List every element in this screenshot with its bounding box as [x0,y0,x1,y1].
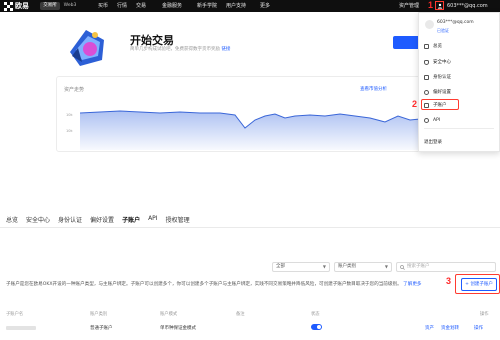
user-icon[interactable] [435,1,444,10]
menu-item-security[interactable]: 安全中心 [424,57,451,67]
col-header-note: 备注 [236,312,245,317]
menu-item-api-label: API [433,117,441,123]
chevron-down-icon: ▼ [322,264,326,269]
logo[interactable]: 欧易 [4,1,29,11]
nav-more[interactable]: 更多 [260,0,270,12]
dropdown-verify-status[interactable]: 已验证 [437,28,449,34]
col-header-mode: 账户模式 [160,312,178,317]
nav-markets[interactable]: 行情 [117,0,127,12]
account-type-value: 账户类别 [338,264,356,269]
avatar [425,20,434,29]
dropdown-divider [424,128,494,129]
search-placeholder: 搜索子账户 [407,264,430,269]
banner-illustration [62,22,110,70]
overview-icon [424,43,429,49]
logo-text: 欧易 [15,2,29,10]
asset-management-link[interactable]: 资产管理 [399,0,419,12]
row-mode: 单币种保证金模式 [160,326,196,331]
row-account-type: 普通子账户 [90,326,113,331]
menu-item-api[interactable]: API [424,115,440,125]
nav-learn[interactable]: 新手学院 [197,0,217,12]
subaccount-name-redacted [6,326,36,330]
user-email[interactable]: 603***@qq.com [447,0,488,12]
status-toggle[interactable] [311,324,322,330]
logo-icon [4,1,13,11]
asset-trend-title: 资产走势 [64,87,85,93]
menu-item-preferences-label: 偏好设置 [433,90,451,95]
row-action-assets[interactable]: 资产 [425,325,434,331]
mode-tab-exchange[interactable]: 交易所 [40,2,60,10]
subaccount-description: 子账户是您在欧易OKX开设的一种账户类型，与主账户绑定。子账户可以创建多个，你可… [6,282,422,287]
ytick-bottom: 10k [66,129,73,133]
status-filter-value: 全部 [276,264,285,269]
mode-tab-web3[interactable]: Web3 [61,2,79,10]
nav-support[interactable]: 用户支持 [226,0,246,12]
api-icon [424,117,429,123]
menu-item-verification-label: 身份认证 [433,75,451,80]
learn-more-link[interactable]: 了解更多 [403,282,421,287]
menu-item-preferences[interactable]: 偏好设置 [424,87,451,97]
account-type-select[interactable]: 账户类别 ▼ [334,262,392,272]
asset-trend-chart [79,104,421,150]
step-marker-1: 1 [428,0,434,10]
step-marker-3: 3 [446,276,452,286]
view-analysis-link[interactable]: 查看市值分析 [360,86,387,92]
id-card-icon [424,74,429,80]
col-header-status: 状态 [311,312,320,317]
menu-item-logout-label: 退出登录 [424,140,442,145]
status-filter-select[interactable]: 全部 ▼ [272,262,330,272]
menu-item-overview-label: 总览 [433,44,442,49]
menu-item-verification[interactable]: 身份认证 [424,72,451,82]
create-subaccount-button[interactable]: + 创建子账户 [461,278,497,291]
subaccount-search-input[interactable]: 搜索子账户 [396,262,496,272]
col-header-name: 子账户名 [6,312,24,317]
dropdown-email: 603***@qq.com [437,20,474,25]
shield-icon [424,59,429,65]
user-dropdown-menu [418,12,500,152]
menu-item-overview[interactable]: 总览 [424,41,442,51]
search-icon [400,265,405,270]
subaccount-highlight-box [421,99,459,110]
banner-subtitle-link[interactable]: 链接 [221,47,230,52]
row-action-more[interactable]: 操作 [474,325,483,331]
row-action-transfer[interactable]: 资金划转 [441,325,459,331]
chevron-down-icon: ▼ [384,264,388,269]
tabs-divider [0,227,500,228]
col-header-type: 账户类别 [90,312,108,317]
step-marker-2: 2 [412,99,418,109]
nav-finance[interactable]: 金融服务 [162,0,182,12]
gear-icon [424,89,429,95]
menu-item-security-label: 安全中心 [433,60,451,65]
col-header-actions: 操作 [480,312,489,317]
nav-buy-crypto[interactable]: 买币 [98,0,108,12]
nav-trade[interactable]: 交易 [136,0,146,12]
menu-item-logout[interactable]: 退出登录 [424,137,442,147]
ytick-top: 10k [66,113,73,117]
banner-subtitle: 简单几步构成试验吧，免费获得数字货币奖励 链接 [130,47,231,52]
